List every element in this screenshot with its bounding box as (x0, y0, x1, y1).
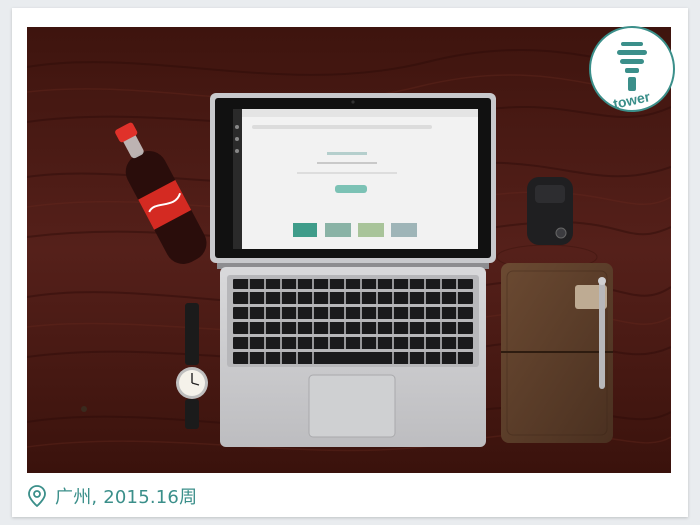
location-pin-icon (28, 485, 46, 507)
leather-notebook (501, 263, 613, 443)
portable-wifi-router (527, 177, 573, 245)
location-caption: 广州, 2015.16周 (27, 482, 197, 510)
laptop (210, 93, 496, 447)
tower-badge: tower (585, 22, 679, 116)
location-text: 广州, 2015.16周 (55, 487, 198, 508)
desk-photo (27, 27, 671, 473)
